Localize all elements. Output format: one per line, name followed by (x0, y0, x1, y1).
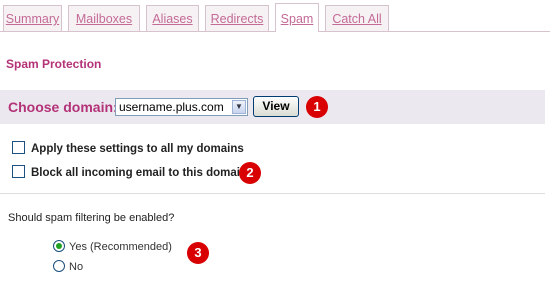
tab-spam[interactable]: Spam (275, 3, 319, 32)
radio-no-option: No (53, 260, 83, 273)
section-title: Spam Protection (6, 57, 102, 71)
tab-redirects[interactable]: Redirects (205, 5, 269, 31)
callout-badge-1: 1 (306, 96, 328, 118)
callout-badge-2: 2 (239, 162, 261, 184)
divider (0, 193, 545, 194)
domain-bar: Choose domain: username.plus.com ▼ View (0, 90, 545, 124)
radio-no[interactable] (53, 260, 65, 272)
domain-select[interactable]: username.plus.com ▼ (115, 98, 248, 116)
chevron-down-icon[interactable]: ▼ (232, 100, 246, 114)
block-all-checkbox[interactable] (12, 165, 25, 178)
apply-all-label: Apply these settings to all my domains (31, 143, 244, 155)
domain-label: Choose domain: (8, 99, 118, 115)
radio-yes[interactable] (53, 240, 65, 252)
domain-select-value: username.plus.com (119, 100, 224, 114)
block-all-option: Block all incoming email to this domain (12, 165, 247, 179)
tab-aliases[interactable]: Aliases (146, 5, 199, 31)
apply-all-checkbox[interactable] (12, 141, 25, 154)
tab-mailboxes[interactable]: Mailboxes (68, 5, 140, 31)
apply-all-option: Apply these settings to all my domains (12, 141, 244, 155)
view-button[interactable]: View (253, 96, 299, 117)
tab-summary[interactable]: Summary (3, 5, 62, 31)
callout-badge-3: 3 (187, 242, 209, 264)
block-all-label: Block all incoming email to this domain (31, 167, 247, 179)
tab-catch-all[interactable]: Catch All (325, 5, 389, 31)
tab-bar: Summary Mailboxes Aliases Redirects Spam… (0, 0, 550, 32)
radio-no-label: No (69, 261, 84, 273)
spam-filter-question: Should spam filtering be enabled? (8, 212, 175, 224)
radio-yes-label: Yes (Recommended) (69, 241, 172, 253)
radio-yes-option: Yes (Recommended) (53, 240, 172, 253)
